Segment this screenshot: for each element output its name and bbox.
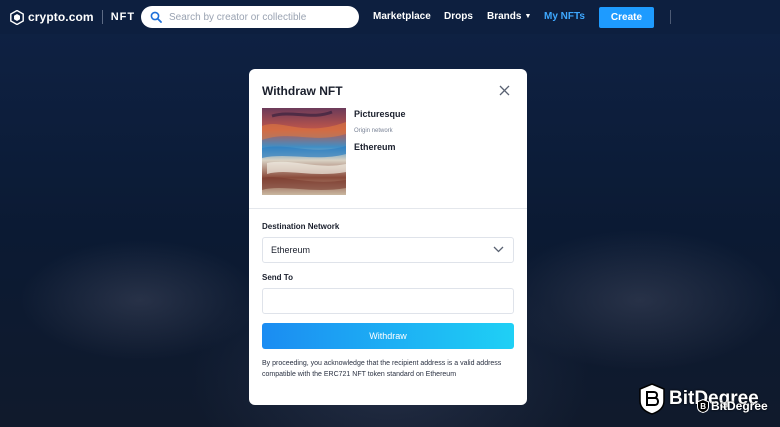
nav-my-nfts[interactable]: My NFTs	[544, 11, 585, 22]
withdraw-nft-modal: Withdraw NFT Picturesque Origin network …	[249, 69, 527, 405]
product-name: NFT	[110, 11, 136, 23]
search-input[interactable]	[169, 11, 349, 23]
nft-name: Picturesque	[354, 109, 406, 119]
svg-text:B: B	[700, 402, 706, 411]
watermark-sub: B BitDegree	[697, 399, 768, 413]
nav-divider	[670, 10, 671, 24]
modal-title: Withdraw NFT	[262, 84, 343, 98]
top-nav-bar: crypto.com NFT Marketplace Drops Brands▼…	[0, 0, 780, 34]
close-icon[interactable]	[499, 85, 510, 96]
bitdegree-watermark: BitDegree B BitDegree	[639, 383, 768, 415]
send-to-label: Send To	[262, 273, 293, 282]
caret-down-icon: ▼	[524, 13, 532, 20]
brand-name: crypto.com	[28, 10, 94, 24]
destination-network-label: Destination Network	[262, 222, 340, 231]
chevron-down-icon	[493, 246, 504, 253]
nav-brands[interactable]: Brands ▼	[487, 11, 531, 22]
create-button[interactable]: Create	[599, 7, 654, 28]
crypto-com-logo-icon	[10, 9, 24, 25]
site-logo[interactable]: crypto.com NFT	[10, 9, 136, 25]
nav-marketplace[interactable]: Marketplace	[373, 11, 431, 22]
withdraw-button[interactable]: Withdraw	[262, 323, 514, 349]
search-icon	[150, 11, 162, 23]
withdraw-disclaimer: By proceeding, you acknowledge that the …	[262, 360, 502, 378]
destination-network-select[interactable]: Ethereum	[262, 237, 514, 263]
nav-drops[interactable]: Drops	[444, 11, 473, 22]
send-to-address-input[interactable]	[262, 288, 514, 314]
origin-network-label: Origin network	[354, 128, 393, 134]
brand-divider	[101, 10, 103, 24]
origin-network-value: Ethereum	[354, 142, 396, 152]
destination-network-value: Ethereum	[271, 245, 311, 255]
watermark-sub-text: BitDegree	[711, 399, 768, 413]
search-bar[interactable]	[141, 6, 359, 28]
nav-brands-label: Brands	[487, 11, 522, 22]
modal-divider	[249, 208, 527, 209]
bitdegree-small-shield-icon: B	[697, 399, 709, 413]
bitdegree-shield-icon	[639, 383, 665, 415]
nft-artwork-image	[262, 108, 346, 195]
